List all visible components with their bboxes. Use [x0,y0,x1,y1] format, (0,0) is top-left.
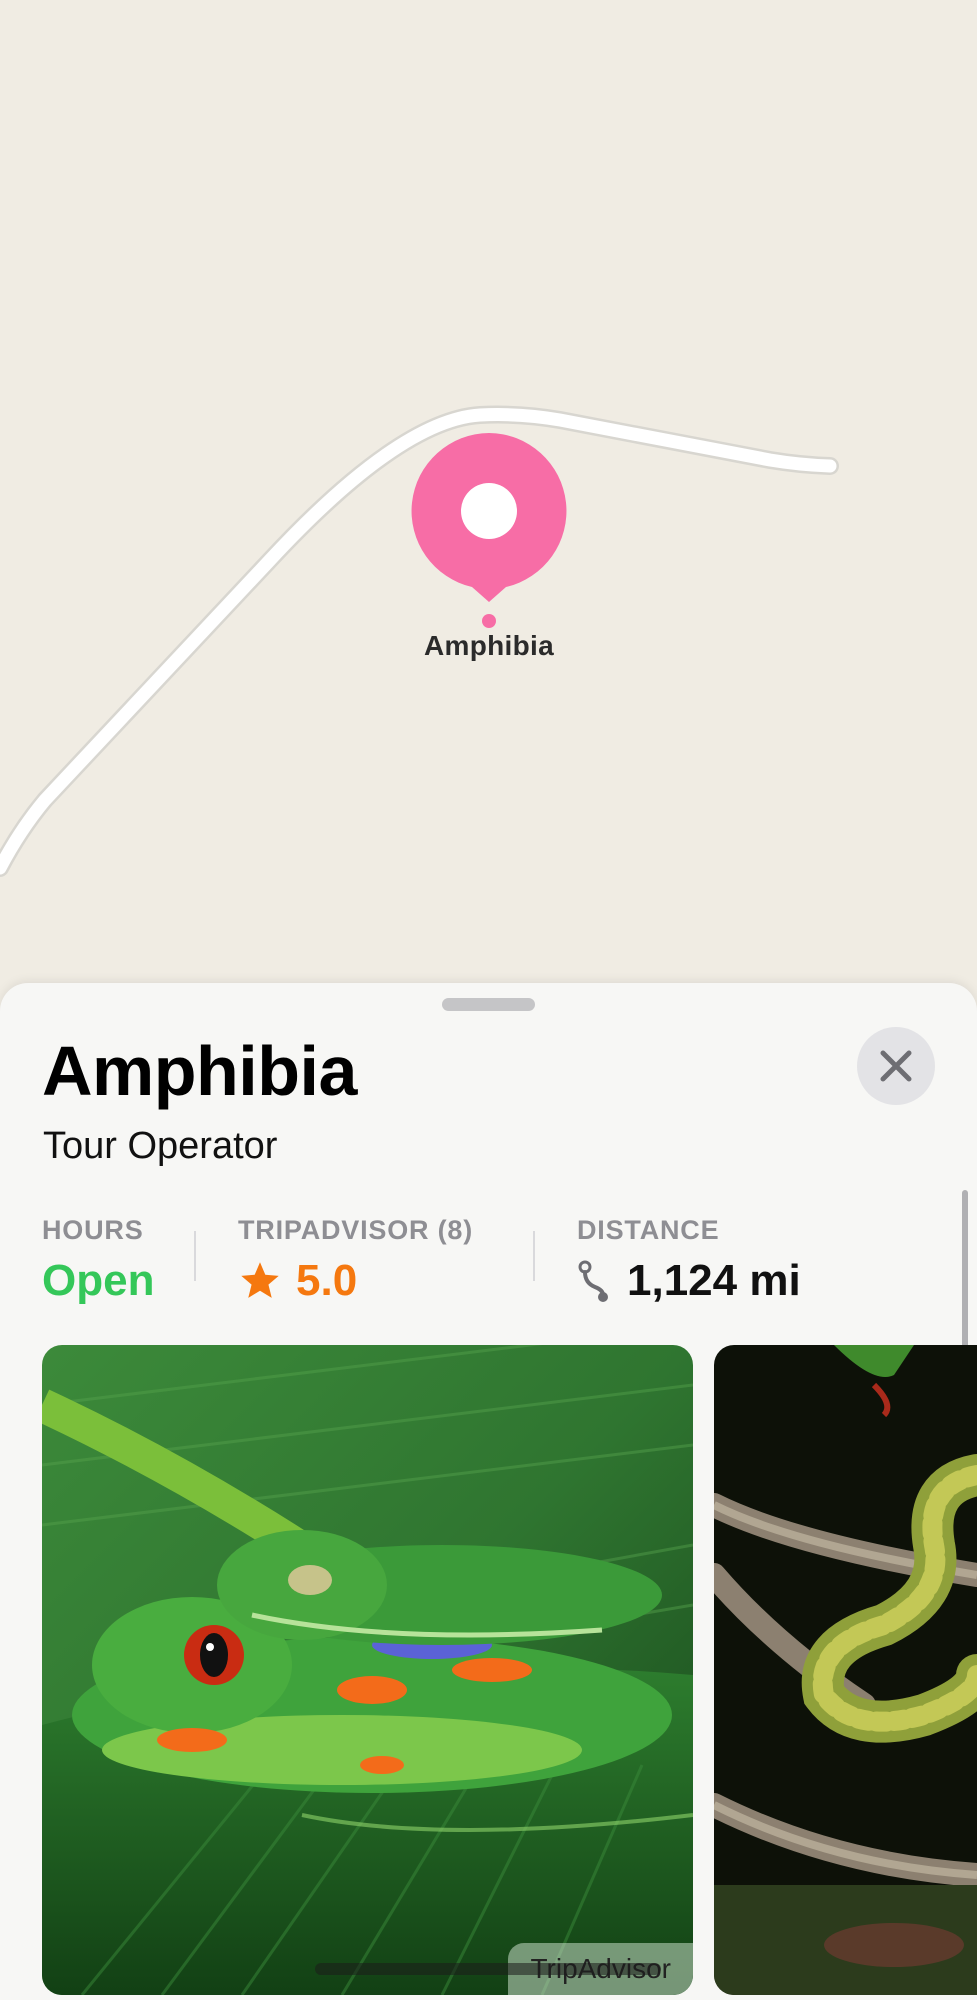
route-icon [578,1260,608,1302]
distance-value: 1,124 mi [627,1256,801,1305]
star-icon [241,1262,279,1298]
rating-value: 5.0 [296,1256,358,1305]
hours-stat[interactable]: HOURS Open [42,1215,154,1306]
distance-value-row: 1,124 mi [577,1256,801,1306]
rating-stat[interactable]: TRIPADVISOR (8) 5.0 [238,1215,473,1306]
photo-snake[interactable] [714,1345,977,1995]
map-pin[interactable] [0,0,977,1000]
stat-divider [533,1231,535,1281]
frog-photo-image [42,1345,693,1995]
map-view[interactable]: Amphibia [0,0,977,1000]
place-title: Amphibia [42,1032,357,1110]
pin-label[interactable]: Amphibia [389,630,589,662]
hours-label: HOURS [42,1215,144,1245]
distance-stat[interactable]: DISTANCE 1,124 mi [577,1215,801,1306]
stats-row: HOURS Open TRIPADVISOR (8) 5.0 DISTANCE [0,1215,977,1315]
close-button[interactable] [857,1027,935,1105]
rating-label: TRIPADVISOR (8) [238,1215,474,1245]
close-icon [880,1050,912,1082]
place-category: Tour Operator [43,1125,278,1167]
sheet-grabber[interactable] [442,998,535,1011]
hours-value: Open [42,1256,155,1305]
pin-center-dot [461,483,517,539]
pin-location-dot [482,614,496,628]
snake-photo-image [714,1345,977,1995]
distance-label: DISTANCE [577,1215,720,1245]
place-card-sheet: Amphibia Tour Operator HOURS Open TRIPAD… [0,983,977,2000]
photo-frogs[interactable]: TripAdvisor [42,1345,693,1995]
maps-screen: Amphibia Amphibia Tour Operator HOURS Op… [0,0,977,2000]
rating-value-row: 5.0 [238,1256,473,1306]
home-indicator[interactable] [315,1963,661,1975]
stat-divider [194,1231,196,1281]
